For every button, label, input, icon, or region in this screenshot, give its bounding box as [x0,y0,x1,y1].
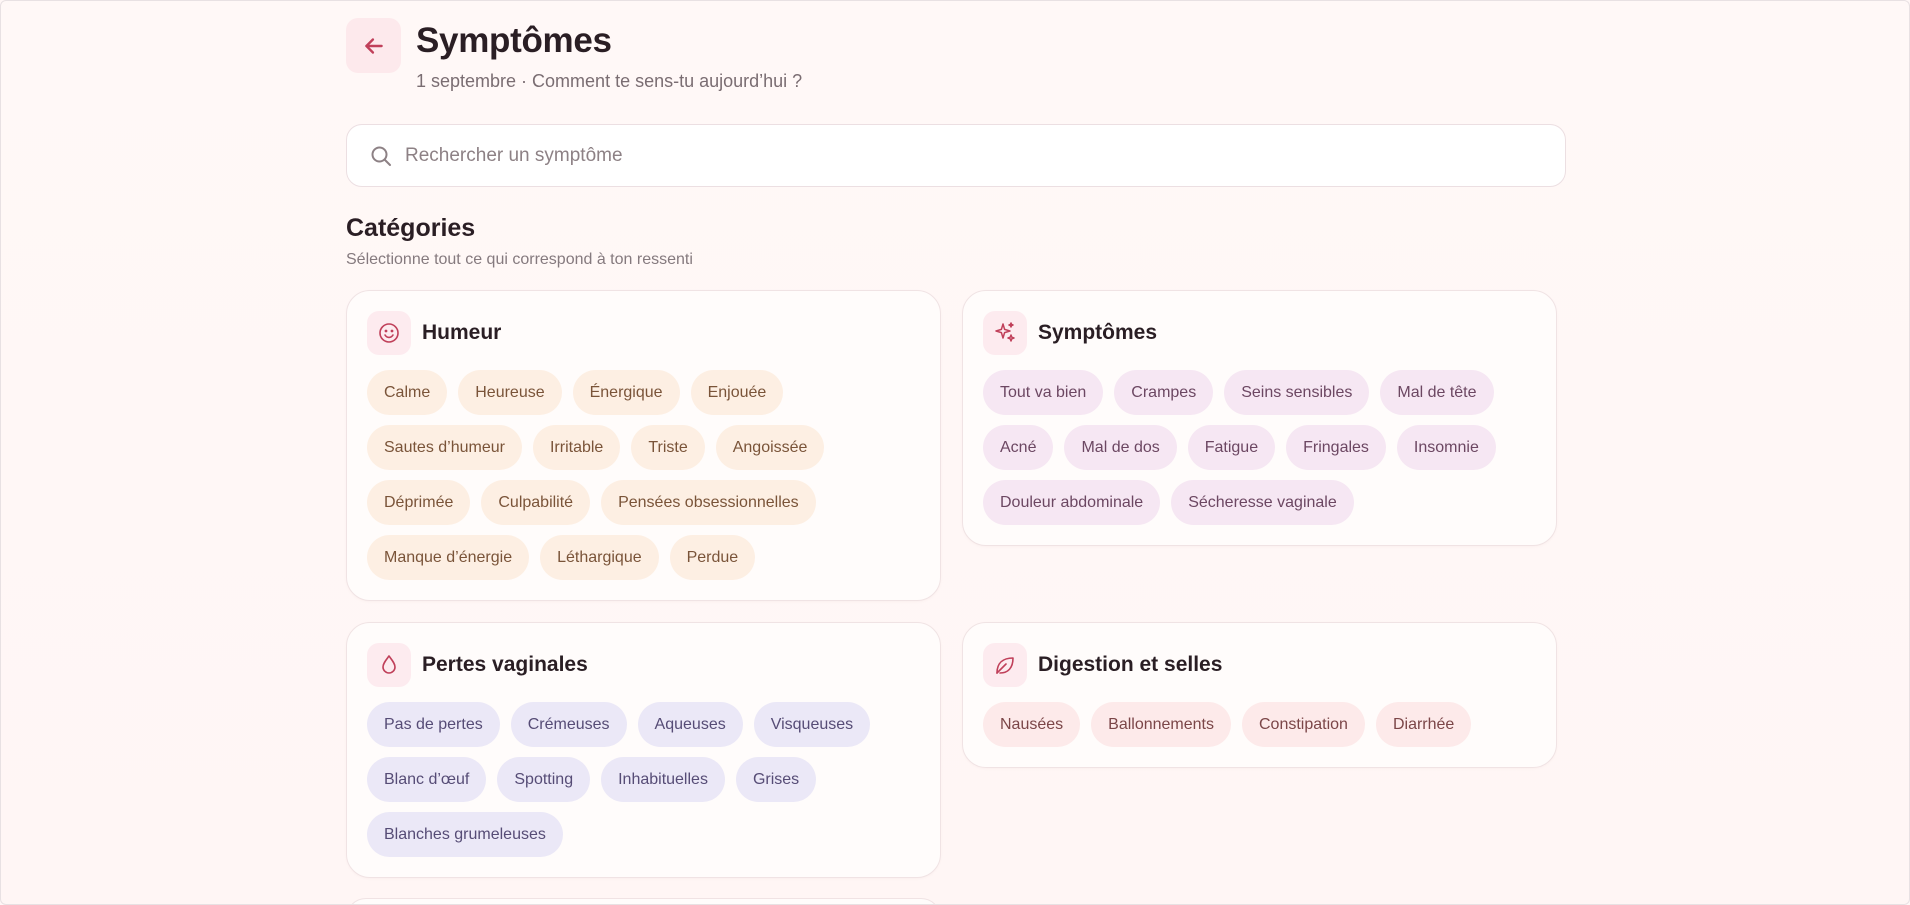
chip-group-mood: Calme Heureuse Énergique Enjouée Sautes … [367,370,920,580]
chip-angoissee[interactable]: Angoissée [715,425,825,470]
droplet-icon [382,655,396,674]
chip-cremeuses[interactable]: Crémeuses [510,702,627,747]
search-icon [371,146,391,166]
card-icon-wrapper [983,311,1027,355]
chip-fatigue[interactable]: Fatigue [1187,425,1276,470]
card-icon-wrapper [983,643,1027,687]
search-input[interactable] [405,144,1505,167]
sparkles-icon [995,322,1015,342]
category-card-discharge: Pertes vaginales Pas de pertes Crémeuses… [346,622,941,878]
chip-insomnie[interactable]: Insomnie [1396,425,1496,470]
chip-diarrhee[interactable]: Diarrhée [1375,702,1472,747]
page-subtitle: 1 septembre · Comment te sens-tu aujourd… [416,71,803,91]
category-card-symptoms: Symptômes Tout va bien Crampes Seins sen… [962,290,1557,546]
card-icon-wrapper [367,643,411,687]
arrow-left-icon [364,37,383,54]
card-title: Symptômes [1038,321,1158,344]
chip-calme[interactable]: Calme [367,370,448,415]
chip-secheresse-vaginale[interactable]: Sécheresse vaginale [1171,480,1354,525]
back-button[interactable] [346,18,401,73]
categories-title: Catégories [346,214,476,242]
chip-group-discharge: Pas de pertes Crémeuses Aqueuses Visqueu… [367,702,920,857]
leaf-icon [996,657,1014,674]
chip-tout-va-bien[interactable]: Tout va bien [983,370,1104,415]
chip-mal-de-tete[interactable]: Mal de tête [1380,370,1494,415]
chip-heureuse[interactable]: Heureuse [458,370,562,415]
card-title: Humeur [422,321,502,344]
card-title: Digestion et selles [1038,653,1223,676]
chip-crampes[interactable]: Crampes [1114,370,1214,415]
chip-sautes-humeur[interactable]: Sautes d’humeur [367,425,522,470]
card-icon-wrapper [367,311,411,355]
chip-manque-energie[interactable]: Manque d’énergie [367,535,530,580]
chip-mal-de-dos[interactable]: Mal de dos [1064,425,1177,470]
chip-energique[interactable]: Énergique [572,370,680,415]
page-title: Symptômes [416,21,612,60]
chip-triste[interactable]: Triste [631,425,705,470]
chip-lethargique[interactable]: Léthargique [540,535,659,580]
chip-perdue[interactable]: Perdue [669,535,756,580]
chip-culpabilite[interactable]: Culpabilité [481,480,591,525]
main-content: Symptômes 1 septembre · Comment te sens-… [346,1,1566,904]
card-header: Digestion et selles [983,643,1536,687]
chip-fringales[interactable]: Fringales [1286,425,1386,470]
chip-group-symptoms: Tout va bien Crampes Seins sensibles Mal… [983,370,1536,525]
chip-deprimee[interactable]: Déprimée [367,480,471,525]
chip-blanches-grumeleuses[interactable]: Blanches grumeleuses [367,812,563,857]
chip-enjouee[interactable]: Enjouée [690,370,784,415]
chip-constipation[interactable]: Constipation [1242,702,1365,747]
chip-group-digestion: Nausées Ballonnements Constipation Diarr… [983,702,1536,747]
categories-subtitle: Sélectionne tout ce qui correspond à ton… [346,251,693,268]
search-bar [346,124,1566,187]
category-card-digestion: Digestion et selles Nausées Ballonnement… [962,622,1557,768]
chip-grises[interactable]: Grises [735,757,817,802]
chip-ballonnements[interactable]: Ballonnements [1091,702,1231,747]
chip-aqueuses[interactable]: Aqueuses [637,702,743,747]
chip-seins-sensibles[interactable]: Seins sensibles [1224,370,1370,415]
chip-douleur-abdominale[interactable]: Douleur abdominale [983,480,1161,525]
page-header: Symptômes 1 septembre · Comment te sens-… [346,1,1566,111]
chip-visqueuses[interactable]: Visqueuses [753,702,871,747]
chip-irritable[interactable]: Irritable [532,425,621,470]
card-header: Symptômes [983,311,1536,355]
chip-nausees[interactable]: Nausées [983,702,1081,747]
chip-inhabituelles[interactable]: Inhabituelles [601,757,725,802]
chip-blanc-oeuf[interactable]: Blanc d’œuf [367,757,487,802]
card-title: Pertes vaginales [422,653,588,676]
card-header: Humeur [367,311,920,355]
card-header: Pertes vaginales [367,643,920,687]
category-card-partial [346,898,941,904]
chip-pensees-obsessionnelles[interactable]: Pensées obsessionnelles [601,480,816,525]
category-card-mood: Humeur Calme Heureuse Énergique Enjouée … [346,290,941,601]
chip-pas-de-pertes[interactable]: Pas de pertes [367,702,500,747]
chip-spotting[interactable]: Spotting [497,757,591,802]
chip-acne[interactable]: Acné [983,425,1054,470]
smile-icon [379,323,399,343]
app-window: Symptômes 1 septembre · Comment te sens-… [0,0,1910,905]
